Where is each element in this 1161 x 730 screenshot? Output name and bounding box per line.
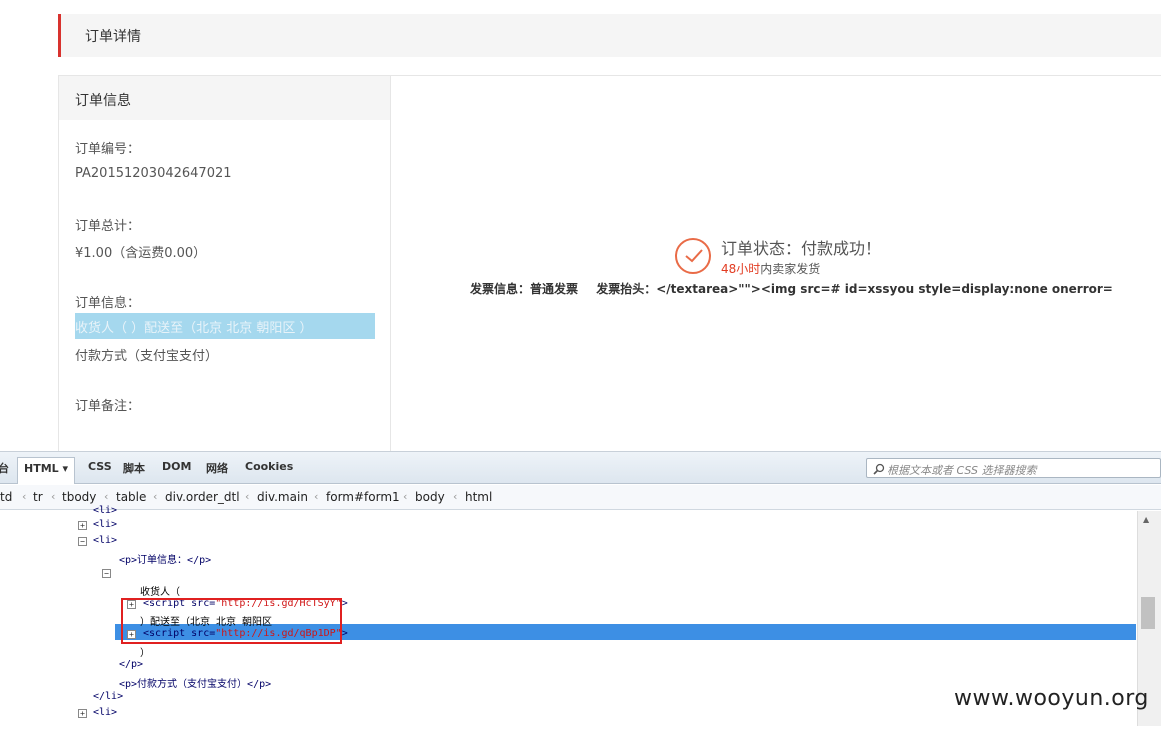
tree-node-li[interactable]: <li>: [93, 505, 117, 516]
tree-text-recipient: 收货人（: [140, 587, 180, 598]
breadcrumb: td ‹ tr ‹ tbody ‹ table ‹ div.order_dtl …: [0, 485, 1161, 510]
tree-node-p-close[interactable]: </p>: [119, 659, 143, 670]
order-remark-label: 订单备注：: [75, 399, 141, 414]
tree-node-p-selected[interactable]: <p>: [119, 567, 137, 578]
watermark: www.wooyun.org: [954, 686, 1149, 711]
tree-node-li[interactable]: <li>: [93, 707, 117, 718]
order-status-title: 订单状态：付款成功！: [721, 239, 882, 258]
crumb-form[interactable]: form#form1: [326, 490, 400, 504]
page: 订单详情 订单信息 订单编号： PA20151203042647021 订单总计…: [0, 0, 1161, 730]
scrollbar-thumb[interactable]: [1141, 597, 1155, 629]
chevron-left-icon: ‹: [245, 490, 250, 503]
script-tag-end: >: [341, 598, 348, 609]
shipping-text: 内卖家发货: [760, 262, 821, 276]
page-header: 订单详情: [58, 14, 1161, 57]
invoice-info: 发票信息：普通发票 发票抬头：</textarea>""><img src=# …: [470, 280, 1127, 297]
crumb-tr[interactable]: tr: [33, 490, 43, 504]
crumb-table[interactable]: table: [116, 490, 146, 504]
collapse-icon[interactable]: −: [102, 569, 111, 578]
search-placeholder: 根据文本或者 CSS 选择器搜索: [887, 464, 1037, 477]
shipping-note: 48小时内卖家发货: [721, 260, 820, 277]
order-number-value: PA20151203042647021: [75, 166, 232, 181]
tree-node-li-close[interactable]: </li>: [93, 691, 123, 702]
crumb-body[interactable]: body: [415, 490, 445, 504]
tab-network[interactable]: 网络: [206, 460, 228, 476]
page-title: 订单详情: [85, 29, 141, 45]
order-number-label: 订单编号：: [75, 142, 141, 157]
crumb-tbody[interactable]: tbody: [62, 490, 96, 504]
shipping-hours: 48小时: [721, 262, 761, 276]
crumb-html[interactable]: html: [465, 490, 492, 504]
order-total-value: ¥1.00（含运费0.00）: [75, 246, 207, 261]
chevron-left-icon: ‹: [453, 490, 458, 503]
chevron-down-icon: ▾: [62, 462, 69, 475]
crumb-td[interactable]: td: [0, 490, 12, 504]
tree-node-li[interactable]: <li>: [93, 519, 117, 530]
crumb-div-main[interactable]: div.main: [257, 490, 308, 504]
tab-css[interactable]: CSS: [88, 460, 112, 473]
order-total-label: 订单总计：: [75, 219, 141, 234]
collapse-icon[interactable]: −: [78, 537, 87, 546]
chevron-left-icon: ‹: [403, 490, 408, 503]
chevron-left-icon: ‹: [51, 490, 56, 503]
chevron-left-icon: ‹: [153, 490, 158, 503]
order-info-label: 订单信息：: [75, 296, 141, 311]
search-icon: [873, 463, 885, 475]
tab-html-label: HTML: [24, 462, 59, 475]
annotation-red-box: [121, 598, 342, 644]
devtools-search-input[interactable]: 根据文本或者 CSS 选择器搜索: [866, 458, 1161, 478]
order-info-title: 订单信息: [59, 76, 390, 120]
payment-method: 付款方式（支付宝支付）: [75, 349, 219, 364]
scroll-up-icon[interactable]: ▲: [1143, 515, 1149, 524]
devtools-tabbar: 台 HTML ▾ CSS 脚本 DOM 网络 Cookies 根据文本或者 CS…: [0, 452, 1161, 484]
crumb-div-order-dtl[interactable]: div.order_dtl: [165, 490, 240, 504]
tab-console[interactable]: 台: [0, 460, 9, 476]
script-tag-end: >: [341, 628, 348, 639]
tree-node-p-info[interactable]: <p>订单信息：</p>: [119, 551, 211, 566]
order-info-panel: 订单信息 订单编号： PA20151203042647021 订单总计： ¥1.…: [58, 75, 391, 455]
chevron-left-icon: ‹: [22, 490, 27, 503]
tab-dom[interactable]: DOM: [162, 460, 191, 473]
expand-icon[interactable]: +: [78, 521, 87, 530]
check-circle-icon: [675, 238, 711, 274]
recipient-line-selected[interactable]: 收货人（ ）配送至（北京 北京 朝阳区 ）: [75, 313, 375, 339]
invoice-header: 发票抬头：</textarea>""><img src=# id=xssyou …: [596, 282, 1113, 296]
expand-icon[interactable]: +: [78, 709, 87, 718]
order-status-panel: 订单状态：付款成功！ 48小时内卖家发货 发票信息：普通发票 发票抬头：</te…: [391, 75, 1161, 455]
chevron-left-icon: ‹: [104, 490, 109, 503]
tab-script[interactable]: 脚本: [123, 460, 145, 476]
tree-text-close-paren: ）: [140, 648, 150, 659]
tree-node-li[interactable]: <li>: [93, 535, 117, 546]
chevron-left-icon: ‹: [314, 490, 319, 503]
tree-node-p-pay[interactable]: <p>付款方式（支付宝支付）</p>: [119, 675, 271, 690]
invoice-type: 发票信息：普通发票: [470, 282, 579, 296]
tab-cookies[interactable]: Cookies: [245, 460, 293, 473]
tab-html[interactable]: HTML ▾: [17, 457, 76, 484]
